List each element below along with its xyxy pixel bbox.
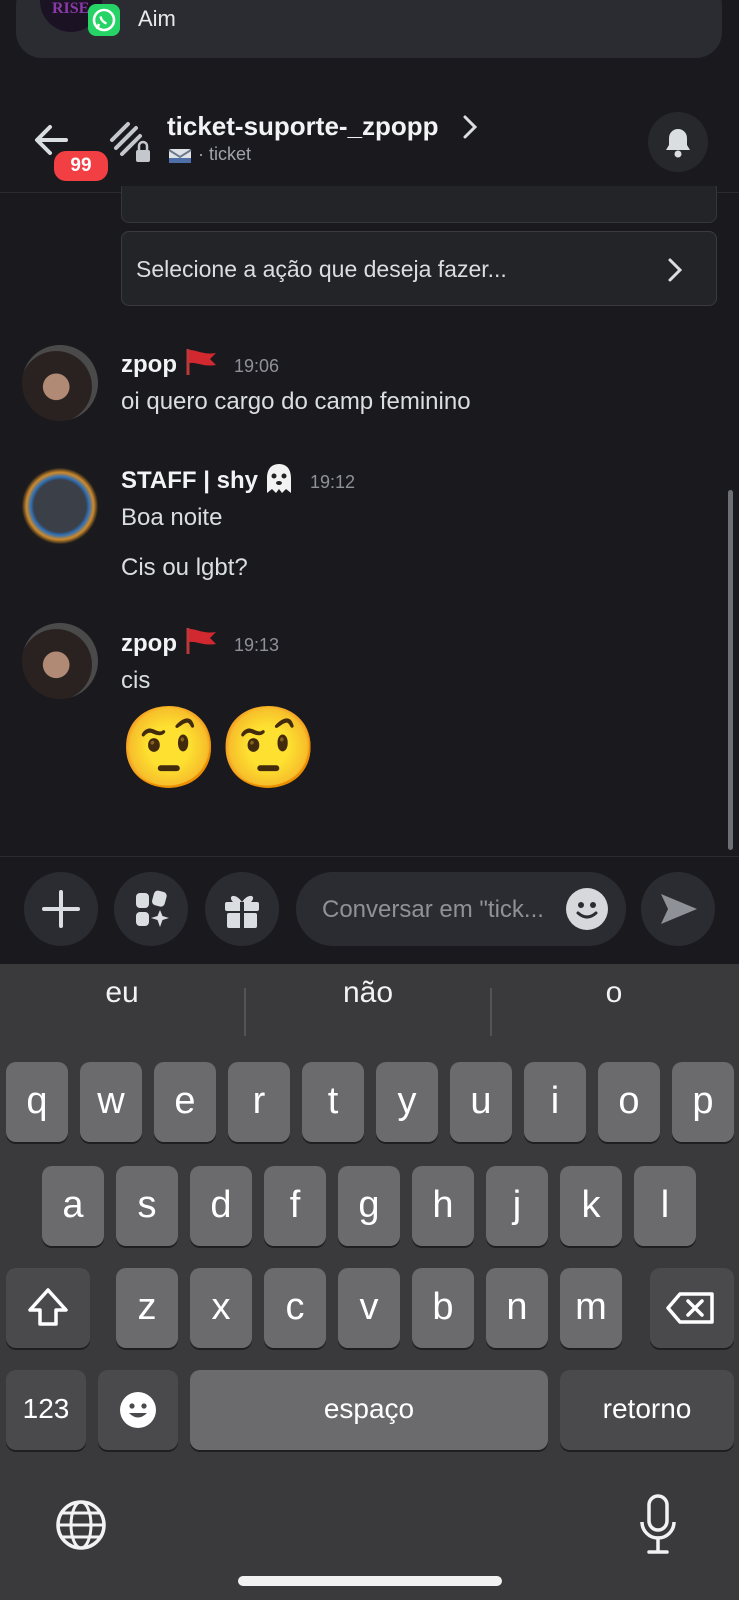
message-input-placeholder: Conversar em "tick...: [322, 896, 544, 923]
chevron-right-icon: [667, 257, 683, 283]
suggestion-3[interactable]: o: [494, 976, 734, 1010]
message-timestamp: 19:12: [310, 472, 356, 492]
message-timestamp: 19:13: [234, 635, 280, 655]
key-z[interactable]: z: [116, 1268, 178, 1348]
gift-button[interactable]: [205, 872, 279, 946]
globe-icon[interactable]: [54, 1498, 108, 1552]
message-text: cis: [121, 667, 151, 694]
suggestion-divider: [490, 988, 492, 1036]
key-g[interactable]: g: [338, 1166, 400, 1246]
numbers-key[interactable]: 123: [6, 1370, 86, 1450]
envelope-icon: [168, 146, 192, 164]
send-arrow-icon: [661, 894, 697, 924]
channel-name[interactable]: ticket-suporte-_zpopp: [167, 111, 439, 142]
shift-key[interactable]: [6, 1268, 90, 1348]
key-l[interactable]: l: [634, 1166, 696, 1246]
key-m[interactable]: m: [560, 1268, 622, 1348]
plus-icon: [42, 890, 80, 928]
key-t[interactable]: t: [302, 1062, 364, 1142]
home-indicator[interactable]: [238, 1576, 502, 1586]
bell-icon: [666, 129, 690, 158]
avatar[interactable]: [22, 623, 98, 699]
send-button[interactable]: [641, 872, 715, 946]
emoji-face-icon: [120, 1392, 156, 1428]
key-d[interactable]: d: [190, 1166, 252, 1246]
channel-subtitle: · ticket: [198, 144, 252, 164]
key-a[interactable]: a: [42, 1166, 104, 1246]
key-h[interactable]: h: [412, 1166, 474, 1246]
space-key[interactable]: espaço: [190, 1370, 548, 1450]
embed-card: [121, 186, 717, 223]
notification-title: Aim: [138, 6, 176, 31]
whatsapp-icon: [88, 4, 120, 36]
scrollbar[interactable]: [728, 490, 733, 850]
red-flag-icon: [184, 626, 218, 656]
key-u[interactable]: u: [450, 1062, 512, 1142]
key-b[interactable]: b: [412, 1268, 474, 1348]
unread-badge: 99: [51, 148, 111, 184]
return-key[interactable]: retorno: [560, 1370, 734, 1450]
emoji-picker-icon[interactable]: [566, 888, 608, 930]
message-author[interactable]: STAFF | shy: [121, 467, 258, 495]
key-f[interactable]: f: [264, 1166, 326, 1246]
apps-button[interactable]: [114, 872, 188, 946]
shift-arrow-icon: [28, 1288, 68, 1326]
key-i[interactable]: i: [524, 1062, 586, 1142]
suggestion-1[interactable]: eu: [2, 976, 242, 1010]
suggestion-divider: [244, 988, 246, 1036]
message-author[interactable]: zpop: [121, 630, 177, 658]
key-p[interactable]: p: [672, 1062, 734, 1142]
notification-avatar-text: RISE: [52, 0, 90, 17]
message-author[interactable]: zpop: [121, 351, 177, 379]
microphone-icon[interactable]: [638, 1494, 678, 1556]
key-s[interactable]: s: [116, 1166, 178, 1246]
key-w[interactable]: w: [80, 1062, 142, 1142]
action-select-placeholder: Selecione a ação que deseja fazer...: [136, 256, 507, 282]
backspace-key[interactable]: [650, 1268, 734, 1348]
key-r[interactable]: r: [228, 1062, 290, 1142]
key-v[interactable]: v: [338, 1268, 400, 1348]
backspace-icon: [666, 1292, 714, 1324]
message-text: Cis ou lgbt?: [121, 554, 248, 581]
red-flag-icon: [184, 347, 218, 377]
message-text: Boa noite: [121, 504, 223, 531]
notification-bell-button[interactable]: [648, 112, 708, 172]
key-n[interactable]: n: [486, 1268, 548, 1348]
key-c[interactable]: c: [264, 1268, 326, 1348]
key-x[interactable]: x: [190, 1268, 252, 1348]
avatar[interactable]: [22, 345, 98, 421]
message-text: oi quero cargo do camp feminino: [121, 388, 471, 415]
suggestion-2[interactable]: não: [248, 976, 488, 1010]
raised-eyebrow-emoji: 🤨🤨: [119, 701, 319, 794]
thread-lock-icon: [108, 118, 154, 164]
key-e[interactable]: e: [154, 1062, 216, 1142]
emoji-key[interactable]: [98, 1370, 178, 1450]
notification-banner[interactable]: [16, 0, 722, 58]
chevron-right-icon[interactable]: [462, 114, 478, 140]
apps-sparkle-icon: [136, 890, 169, 927]
key-o[interactable]: o: [598, 1062, 660, 1142]
avatar[interactable]: [19, 465, 101, 547]
key-y[interactable]: y: [376, 1062, 438, 1142]
key-q[interactable]: q: [6, 1062, 68, 1142]
key-j[interactable]: j: [486, 1166, 548, 1246]
add-attachment-button[interactable]: [24, 872, 98, 946]
key-k[interactable]: k: [560, 1166, 622, 1246]
gift-icon: [225, 895, 259, 928]
ghost-icon: [263, 462, 295, 496]
message-timestamp: 19:06: [234, 356, 280, 376]
